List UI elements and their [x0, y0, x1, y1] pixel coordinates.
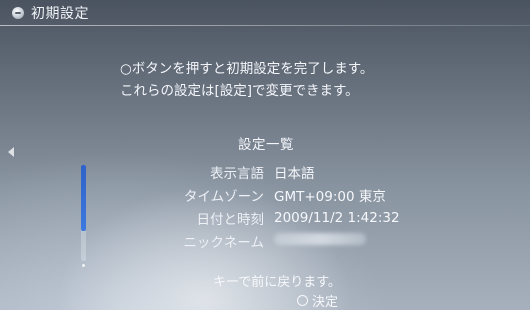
circle-button-icon: [297, 295, 308, 306]
row-label: 表示言語: [210, 165, 264, 182]
scrollbar-thumb[interactable]: [81, 165, 86, 231]
settings-summary-list: 表示言語 日本語 タイムゾーン GMT+09:00 東京 日付と時刻 2009/…: [150, 160, 480, 252]
summary-row-language: 表示言語 日本語: [150, 160, 480, 183]
settings-summary-title: 設定一覧: [238, 137, 294, 153]
summary-row-datetime: 日付と時刻 2009/11/2 1:42:32: [150, 206, 480, 229]
settings-icon: [12, 7, 24, 19]
back-arrow-icon[interactable]: [8, 147, 14, 157]
row-label: 日付と時刻: [196, 211, 265, 228]
title-divider: [0, 25, 530, 26]
confirm-label: 決定: [312, 295, 339, 310]
row-value: [274, 232, 366, 249]
instruction-line-2: これらの設定は[設定]で変更できます。: [120, 83, 359, 99]
summary-row-timezone: タイムゾーン GMT+09:00 東京: [150, 183, 480, 206]
row-label: ニックネーム: [183, 234, 264, 251]
row-value: 日本語: [274, 165, 315, 182]
back-hint: キーで前に戻ります。: [213, 275, 341, 290]
scrollbar-end-dot: [82, 264, 85, 267]
row-value: 2009/11/2 1:42:32: [274, 209, 400, 226]
confirm-hint[interactable]: 決定: [297, 291, 338, 310]
row-label: タイムゾーン: [183, 188, 264, 205]
nickname-redacted: [274, 232, 366, 245]
instruction-line-1: ○ボタンを押すと初期設定を完了します。: [120, 61, 374, 77]
summary-row-nickname: ニックネーム: [150, 229, 480, 252]
instruction-text: ○ボタンを押すと初期設定を完了します。 これらの設定は[設定]で変更できます。: [120, 58, 460, 102]
row-value: GMT+09:00 東京: [274, 188, 386, 205]
scrollbar[interactable]: [81, 165, 86, 261]
page-title: 初期設定: [31, 6, 89, 22]
title-bar: 初期設定: [0, 0, 530, 26]
